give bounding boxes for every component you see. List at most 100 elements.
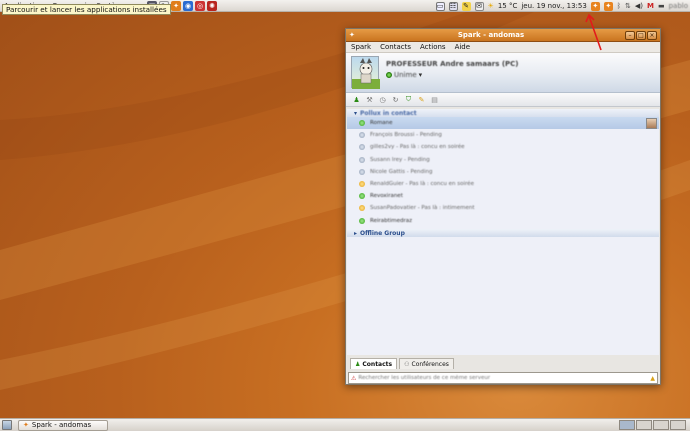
sticky-note-icon[interactable]: ✎: [461, 1, 471, 11]
contact-row[interactable]: Reirabtimedraz: [347, 215, 659, 227]
tab-label: Conférences: [411, 360, 449, 368]
workspace-2[interactable]: [636, 420, 652, 430]
offline-status-icon: [359, 156, 365, 163]
document-icon[interactable]: ▤: [430, 95, 439, 104]
contact-name: François Broussi - Pending: [370, 132, 442, 139]
applications-tooltip: Parcourir et lancer les applications ins…: [2, 4, 171, 15]
workspace-switcher: [619, 420, 686, 430]
annotation-arrow-icon: [585, 13, 602, 51]
spark-window: ✦ Spark - andomas – □ × Spark Contacts A…: [345, 28, 661, 385]
online-status-icon: [359, 120, 365, 127]
contact-name: gilles2vy - Pas là : concu en soirée: [370, 144, 465, 151]
taskbar-spark-button[interactable]: ✦ Spark - andomas: [18, 419, 108, 431]
menu-actions[interactable]: Actions: [420, 43, 446, 51]
workspace-1[interactable]: [619, 420, 635, 430]
away-status-icon: [359, 205, 365, 212]
weather-text[interactable]: 15 °C: [498, 2, 518, 10]
volume-icon[interactable]: ◀): [635, 2, 643, 10]
window-menubar: Spark Contacts Actions Aide: [346, 42, 660, 53]
contact-row[interactable]: Nicole Gattis - Pending: [347, 166, 659, 178]
contact-row[interactable]: François Broussi - Pending: [347, 129, 659, 141]
contact-row[interactable]: Revoxiranet: [347, 190, 659, 202]
workspace-3[interactable]: [653, 420, 669, 430]
roster-toolbar: ♟ ⚒ ◷ ↻ ⛉ ✎ ▤: [346, 93, 660, 107]
contact-row[interactable]: SusanPadovatier - Pas là : intimement: [347, 202, 659, 214]
history-icon[interactable]: ◷: [378, 95, 387, 104]
contact-roster: ▾ Pollux in contact Romane François Brou…: [347, 109, 659, 355]
tab-contacts[interactable]: ♟ Contacts: [350, 358, 398, 369]
offline-group-header[interactable]: ▸ Offline Group: [347, 229, 659, 237]
user-name[interactable]: pablo: [669, 2, 688, 10]
avatar[interactable]: [351, 56, 380, 89]
group-collapsed-icon: ▸: [354, 229, 358, 237]
chrome-launcher-icon[interactable]: ◎: [195, 1, 205, 11]
close-button[interactable]: ×: [647, 30, 657, 40]
weather-sun-icon: ☀: [487, 2, 494, 10]
search-input[interactable]: [358, 375, 649, 381]
contact-row[interactable]: gilles2vy - Pas là : concu en soirée: [347, 141, 659, 153]
user-search-bar: ⚠ ▲: [348, 372, 658, 384]
display-icon[interactable]: ▭: [435, 1, 445, 11]
contact-row[interactable]: Susann lrey - Pending: [347, 154, 659, 166]
menu-spark[interactable]: Spark: [351, 43, 371, 51]
menu-contacts[interactable]: Contacts: [380, 43, 411, 51]
contact-avatar: [646, 118, 657, 129]
maximize-button[interactable]: □: [636, 30, 646, 40]
profile-header: PROFESSEUR Andre samaars (PC) Unime ▾: [346, 53, 660, 93]
away-status-icon: [359, 181, 365, 188]
refresh-icon[interactable]: ↻: [391, 95, 400, 104]
window-titlebar[interactable]: ✦ Spark - andomas – □ ×: [346, 29, 660, 42]
contact-name: Reirabtimedraz: [370, 217, 413, 224]
workspace-4[interactable]: [670, 420, 686, 430]
notes-icon[interactable]: ☷: [448, 1, 458, 11]
lock-icon: ▲: [650, 374, 655, 382]
group-expanded-icon: ▾: [354, 109, 358, 117]
contact-name: SusanPadovatier - Pas là : intimement: [370, 205, 475, 212]
avatar-picture-icon: [352, 58, 380, 89]
show-desktop-button[interactable]: [2, 420, 12, 430]
network-icon[interactable]: ⇅: [625, 2, 631, 10]
minimize-button[interactable]: –: [625, 30, 635, 40]
spark-tray-icon-2[interactable]: ✦: [603, 1, 613, 11]
online-status-icon: [359, 217, 365, 224]
contact-row[interactable]: RenaldGuier - Pas là : concu en soirée: [347, 178, 659, 190]
spark-launcher-icon[interactable]: ✦: [171, 1, 181, 11]
chat-icon[interactable]: ▬: [658, 2, 665, 10]
conferences-tab-icon: ⚇: [404, 360, 410, 368]
add-contact-icon[interactable]: ♟: [352, 95, 361, 104]
shield-icon[interactable]: ⛉: [404, 95, 413, 104]
bluetooth-icon[interactable]: ᛒ: [617, 2, 621, 10]
contacts-tab-icon: ♟: [355, 360, 361, 368]
tab-label: Contacts: [362, 360, 393, 368]
search-warning-icon: ⚠: [351, 374, 357, 382]
offline-group-name: Offline Group: [360, 229, 405, 237]
tab-conferences[interactable]: ⚇ Conférences: [399, 358, 454, 369]
clock[interactable]: jeu. 19 nov., 13:53: [521, 2, 586, 10]
settings-launcher-icon[interactable]: ✺: [207, 1, 217, 11]
contact-name: Susann lrey - Pending: [370, 156, 430, 163]
bottom-tabs: ♟ Contacts ⚇ Conférences: [347, 358, 454, 369]
window-controls: – □ ×: [625, 30, 657, 40]
group-header[interactable]: ▾ Pollux in contact: [347, 109, 659, 117]
offline-status-icon: [359, 168, 365, 175]
gmail-icon[interactable]: M: [647, 2, 654, 10]
contact-row[interactable]: Romane: [347, 117, 659, 130]
spark-app-icon[interactable]: ✦: [349, 31, 357, 39]
spark-tray-icon[interactable]: ✦: [590, 1, 600, 11]
menu-help[interactable]: Aide: [455, 43, 470, 51]
tools-icon[interactable]: ⚒: [365, 95, 374, 104]
bottom-panel: ✦ Spark - andomas: [0, 418, 690, 431]
mail-icon[interactable]: ✉: [474, 1, 484, 11]
contact-name: Nicole Gattis - Pending: [370, 168, 433, 175]
contact-name: Romane: [370, 120, 393, 127]
profile-name: PROFESSEUR Andre samaars (PC): [386, 60, 519, 68]
online-status-icon: [359, 193, 365, 200]
task-label: Spark - andomas: [31, 421, 92, 429]
chevron-down-icon: ▾: [418, 71, 423, 79]
contact-name: Revoxiranet: [370, 193, 403, 200]
offline-status-icon: [359, 132, 365, 139]
edit-icon[interactable]: ✎: [417, 95, 426, 104]
firefox-launcher-icon[interactable]: ◉: [183, 1, 193, 11]
status-selector[interactable]: Unime ▾: [386, 71, 422, 79]
system-tray: ▭ ☷ ✎ ✉ ☀ 15 °C jeu. 19 nov., 13:53 ✦ ✦ …: [435, 0, 688, 12]
